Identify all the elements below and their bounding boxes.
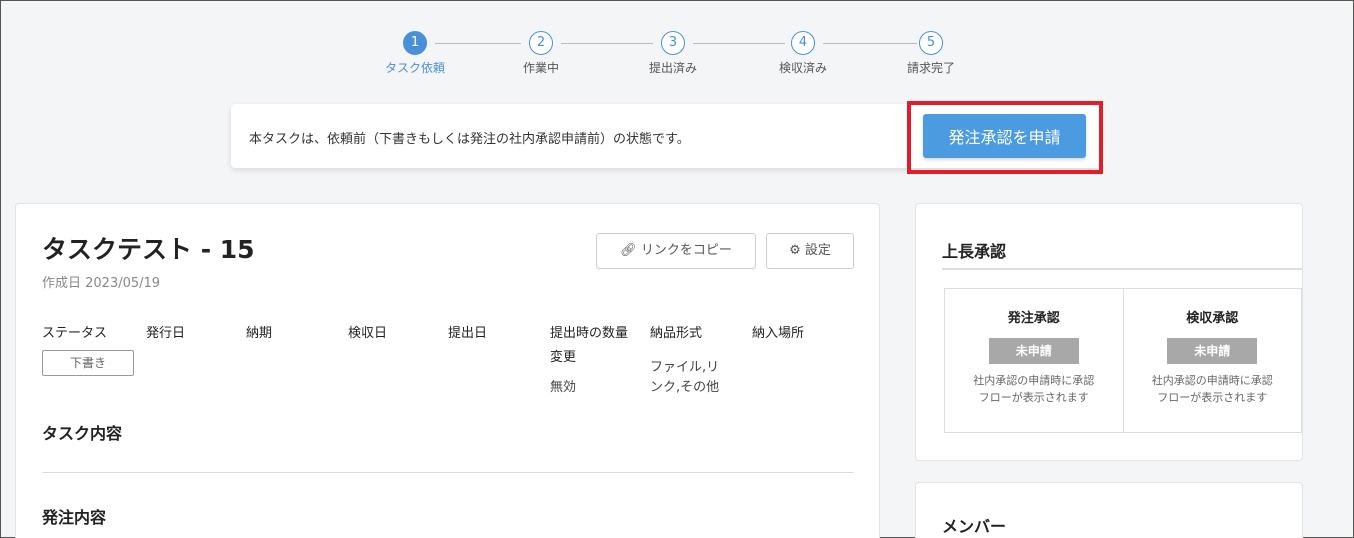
- task-card: タスクテスト - 15 作成日 2023/05/19 🔗︎ リンクをコピー ⚙ …: [15, 203, 880, 538]
- step-label: 作業中: [522, 61, 559, 75]
- page-title: タスクテスト - 15: [42, 235, 255, 264]
- status-badge: 未申請: [988, 338, 1079, 364]
- members-title: メンバー: [942, 517, 1007, 536]
- column-qty-change-line2: 変更: [550, 350, 577, 365]
- link-icon: 🔗︎: [620, 243, 637, 258]
- settings-button[interactable]: ⚙ 設定: [766, 233, 854, 269]
- approval-title: 上長承認: [942, 242, 1007, 261]
- column-submit-date: 提出日: [448, 326, 488, 341]
- approval-note-line: 社内承認の申請時に承認: [973, 374, 1095, 387]
- step-number: 3: [661, 31, 685, 55]
- gear-icon: ⚙: [789, 243, 801, 258]
- approval-note: 社内承認の申請時に承認 フローが表示されます: [1124, 372, 1302, 406]
- inspection-approval: 検収承認 未申請 社内承認の申請時に承認 フローが表示されます: [1122, 289, 1302, 432]
- column-qty-change-line1: 提出時の数量: [550, 326, 629, 341]
- divider: [42, 472, 854, 473]
- order-content-heading: 発注内容: [42, 508, 107, 527]
- task-content-heading: タスク内容: [42, 424, 123, 443]
- divider: [942, 268, 1302, 270]
- column-issue-date: 発行日: [146, 326, 186, 341]
- step-number: 5: [919, 31, 943, 55]
- approval-grid: 発注承認 未申請 社内承認の申請時に承認 フローが表示されます 検収承認 未申請…: [944, 288, 1302, 433]
- delivery-format-value-line2: ンク,その他: [650, 380, 720, 395]
- approval-note-line: フローが表示されます: [978, 391, 1089, 404]
- progress-stepper: 1 タスク依頼 2 作業中 3 提出済み 4 検収済み 5 請求完了: [1, 31, 1353, 91]
- step-5: 5 請求完了: [891, 31, 971, 76]
- column-inspection-date: 検収日: [348, 326, 388, 341]
- step-number: 4: [791, 31, 815, 55]
- step-1: 1 タスク依頼: [375, 31, 455, 76]
- supervisor-approval-card: 上長承認 発注承認 未申請 社内承認の申請時に承認 フローが表示されます 検収承…: [915, 203, 1303, 461]
- column-delivery-format: 納品形式: [650, 326, 703, 341]
- approval-item-title: 発注承認: [1007, 311, 1060, 326]
- column-deadline: 納期: [246, 326, 273, 341]
- delivery-format-value-line1: ファイル,リ: [650, 360, 720, 375]
- status-badge: 未申請: [1167, 338, 1258, 364]
- step-2: 2 作業中: [501, 31, 581, 76]
- approval-note-line: 社内承認の申請時に承認: [1151, 374, 1273, 387]
- settings-label: 設定: [804, 243, 831, 258]
- column-delivery-place: 納入場所: [752, 326, 805, 341]
- step-number: 1: [403, 31, 427, 55]
- qty-change-value: 無効: [550, 380, 577, 395]
- column-status: ステータス: [42, 326, 108, 341]
- created-date: 作成日 2023/05/19: [42, 276, 161, 291]
- status-badge: 下書き: [42, 350, 134, 376]
- request-order-approval-button[interactable]: 発注承認を申請: [923, 114, 1086, 158]
- members-card: メンバー: [915, 482, 1303, 538]
- step-number: 2: [529, 31, 553, 55]
- approval-note: 社内承認の申請時に承認 フローが表示されます: [945, 372, 1123, 406]
- step-label: 請求完了: [906, 61, 955, 75]
- approval-item-title: 検収承認: [1186, 311, 1239, 326]
- step-3: 3 提出済み: [633, 31, 713, 76]
- notice-text: 本タスクは、依頼前（下書きもしくは発注の社内承認申請前）の状態です。: [249, 132, 690, 147]
- order-approval: 発注承認 未申請 社内承認の申請時に承認 フローが表示されます: [945, 289, 1123, 432]
- step-label: 検収済み: [778, 61, 827, 75]
- copy-link-button[interactable]: 🔗︎ リンクをコピー: [596, 233, 756, 269]
- step-4: 4 検収済み: [763, 31, 843, 76]
- step-label: タスク依頼: [384, 61, 445, 75]
- approval-note-line: フローが表示されます: [1157, 391, 1268, 404]
- step-label: 提出済み: [648, 61, 697, 75]
- copy-link-label: リンクをコピー: [640, 243, 732, 258]
